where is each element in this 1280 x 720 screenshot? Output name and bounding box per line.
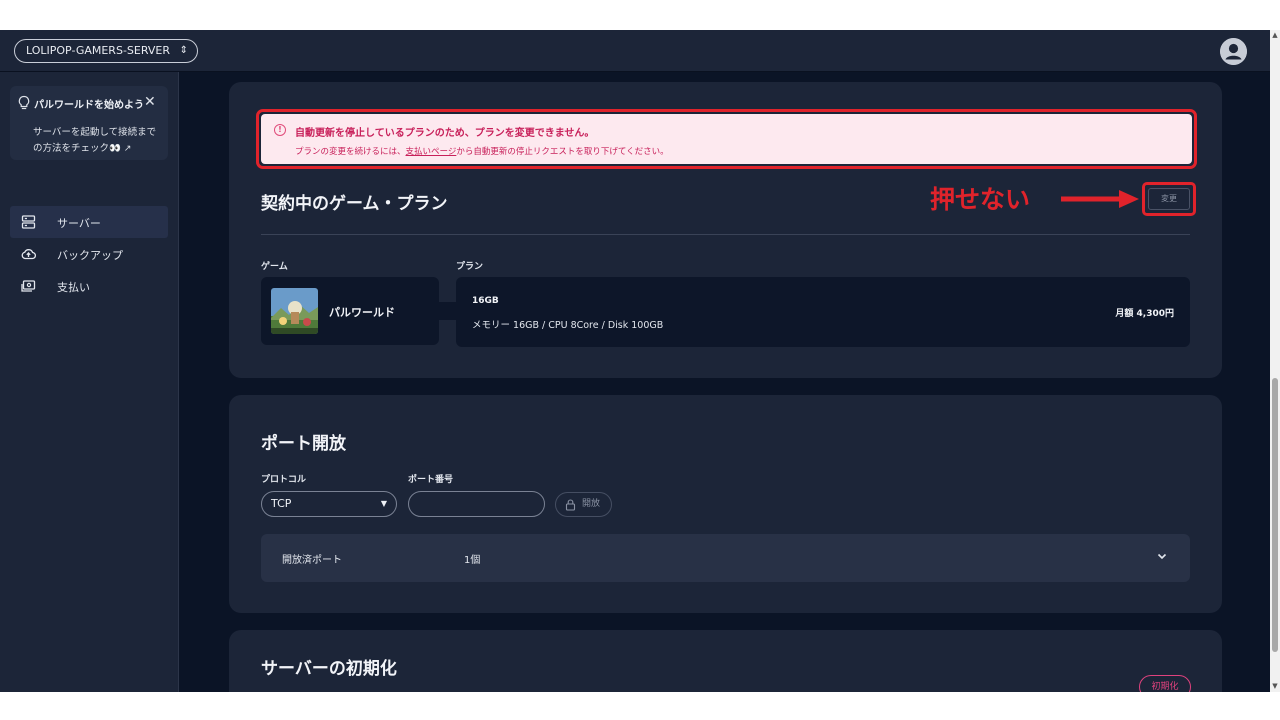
sidebar-item-label: 支払い	[57, 281, 90, 294]
caret-down-icon: ▼	[380, 499, 387, 508]
scrollbar[interactable]: ▲ ▼	[1270, 30, 1280, 692]
port-number-input[interactable]	[408, 491, 545, 517]
getting-started-tip: パルワールドを始めよう ✕ サーバーを起動して接続までの方法をチェック👀 ↗	[10, 86, 168, 160]
open-port-label: 開放	[582, 499, 601, 509]
alert-highlight-box: ! 自動更新を停止しているプランのため、プランを変更できません。 プランの変更を…	[256, 109, 1197, 169]
sidebar-item-server[interactable]: サーバー	[10, 206, 168, 238]
game-name: パルワールド	[329, 306, 395, 319]
tip-title: パルワールドを始めよう	[34, 100, 144, 111]
port-section-title: ポート開放	[261, 434, 346, 454]
lightbulb-icon	[18, 95, 30, 110]
initialize-button[interactable]: 初期化	[1139, 675, 1191, 692]
updown-arrows-icon: ⇕	[179, 45, 188, 56]
tip-link[interactable]: サーバーを起動して接続までの方法をチェック👀 ↗	[33, 125, 163, 157]
opened-ports-count: 1個	[464, 555, 481, 566]
change-button-highlight: 変更	[1142, 182, 1196, 216]
change-plan-button[interactable]: 変更	[1148, 188, 1190, 210]
protocol-label: プロトコル	[261, 475, 307, 485]
game-box: パルワールド	[261, 277, 439, 345]
close-icon[interactable]: ✕	[144, 94, 156, 110]
lock-icon	[565, 499, 576, 511]
alert-desc-before: プランの変更を続けるには、	[295, 147, 406, 157]
server-name: LOLIPOP-GAMERS-SERVER	[26, 44, 170, 57]
opened-ports-label: 開放済ポート	[282, 555, 342, 566]
plan-label: プラン	[456, 262, 484, 272]
sidebar-item-label: バックアップ	[57, 249, 123, 262]
scroll-up-icon[interactable]: ▲	[1271, 31, 1279, 39]
protocol-select[interactable]: TCP ▼	[261, 491, 397, 517]
sidebar-item-label: サーバー	[57, 217, 101, 230]
sidebar-item-payment[interactable]: 支払い	[10, 270, 168, 302]
plan-spec: メモリー 16GB / CPU 8Core / Disk 100GB	[472, 320, 664, 331]
top-bar: LOLIPOP-GAMERS-SERVER ⇕	[0, 30, 1270, 72]
tip-text: サーバーを起動して接続までの方法をチェック👀	[33, 127, 157, 154]
alert-circle-icon: !	[274, 124, 286, 136]
game-thumbnail	[271, 288, 318, 334]
annotation-text: 押せない	[930, 185, 1031, 214]
init-section-title: サーバーの初期化	[261, 659, 397, 679]
cloud-upload-icon	[21, 249, 36, 260]
server-select[interactable]: LOLIPOP-GAMERS-SERVER ⇕	[14, 39, 198, 63]
game-label: ゲーム	[261, 262, 288, 272]
payment-page-link[interactable]: 支払いページ	[406, 147, 457, 157]
port-number-label: ポート番号	[408, 475, 454, 485]
protocol-value: TCP	[271, 497, 292, 510]
open-port-button[interactable]: 開放	[555, 492, 612, 517]
plan-card: ! 自動更新を停止しているプランのため、プランを変更できません。 プランの変更を…	[229, 82, 1222, 378]
alert-description: プランの変更を続けるには、支払いページから自動更新の停止リクエストを取り下げてく…	[295, 145, 669, 157]
server-icon	[21, 215, 36, 229]
scroll-down-icon[interactable]: ▼	[1271, 682, 1279, 690]
alert-title: 自動更新を停止しているプランのため、プランを変更できません。	[295, 128, 595, 139]
plan-price: 月額 4,300円	[1115, 309, 1174, 319]
plan-change-alert: ! 自動更新を停止しているプランのため、プランを変更できません。 プランの変更を…	[261, 114, 1192, 164]
sidebar-item-backup[interactable]: バックアップ	[10, 238, 168, 270]
plan-section-title: 契約中のゲーム・プラン	[261, 194, 448, 214]
plan-box: 16GB メモリー 16GB / CPU 8Core / Disk 100GB …	[456, 277, 1190, 347]
alert-desc-after: から自動更新の停止リクエストを取り下げてください。	[456, 147, 669, 157]
divider	[261, 234, 1190, 235]
payment-icon	[21, 280, 36, 292]
user-avatar-icon[interactable]	[1220, 38, 1247, 65]
chevron-down-icon	[1157, 553, 1167, 560]
scrollbar-thumb[interactable]	[1272, 378, 1278, 652]
plan-name: 16GB	[472, 296, 499, 306]
port-card: ポート開放 プロトコル ポート番号 TCP ▼ 開放 開放済ポート 1個	[229, 395, 1222, 613]
external-link-icon: ↗	[123, 144, 132, 154]
opened-ports-accordion[interactable]: 開放済ポート 1個	[261, 534, 1190, 582]
init-card: サーバーの初期化 初期化	[229, 630, 1222, 692]
app-window: LOLIPOP-GAMERS-SERVER ⇕ パルワールドを始めよう ✕ サー…	[0, 30, 1280, 692]
sidebar: パルワールドを始めよう ✕ サーバーを起動して接続までの方法をチェック👀 ↗ サ…	[0, 72, 179, 692]
connector	[439, 302, 456, 320]
annotation-arrow-icon	[1061, 190, 1139, 208]
